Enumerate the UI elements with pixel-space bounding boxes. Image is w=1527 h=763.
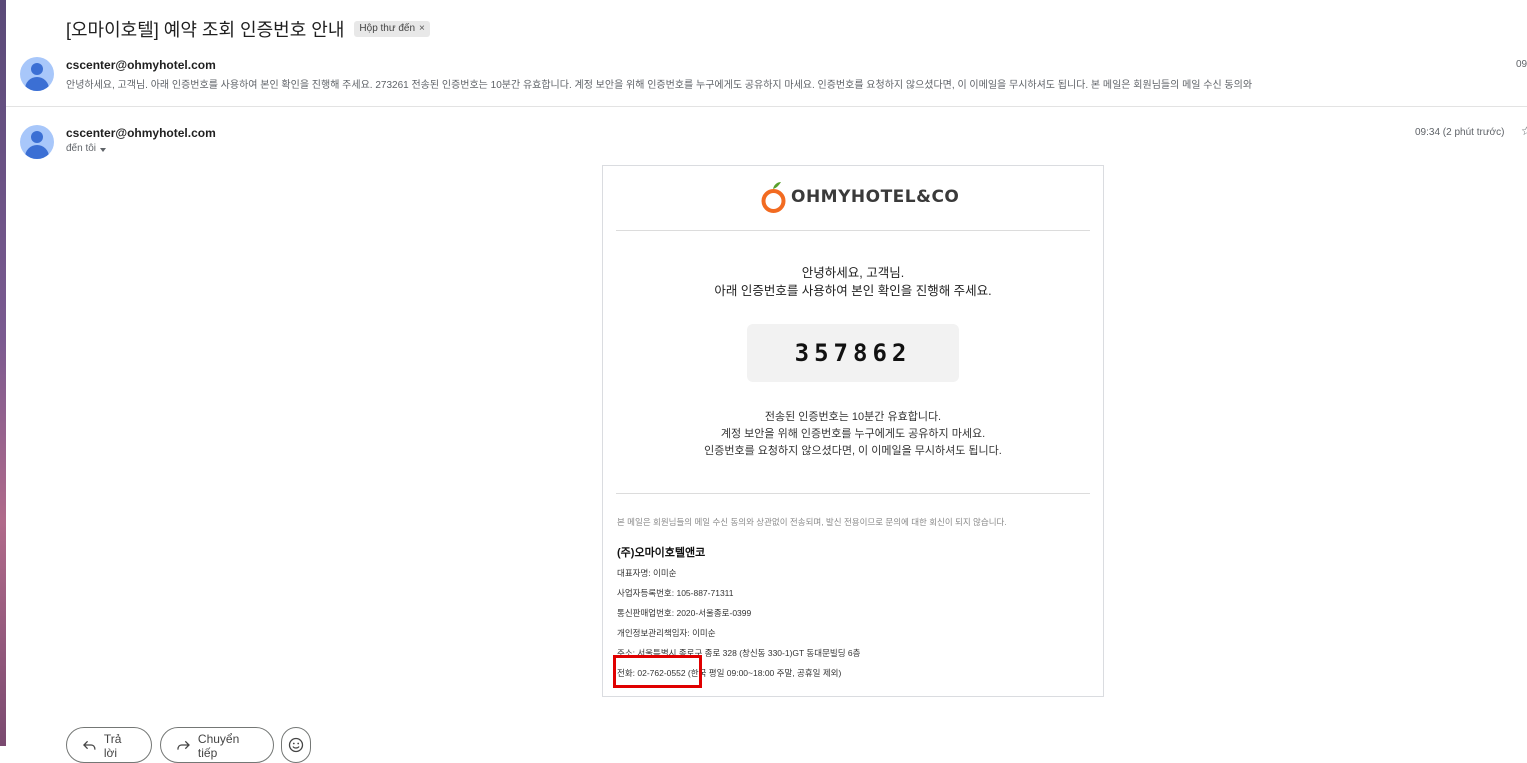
logo-text: OHMYHOTEL&CO (791, 187, 960, 207)
code-info: 전송된 인증번호는 10분간 유효합니다. 계정 보안을 위해 인증번호를 누구… (603, 409, 1103, 460)
body-divider (616, 230, 1090, 231)
info-line: 전송된 인증번호는 10분간 유효합니다. (764, 411, 942, 423)
info-line: 계정 보안을 위해 인증번호를 누구에게도 공유하지 마세요. (720, 428, 986, 440)
collapsed-message-snippet[interactable]: 안녕하세요, 고객님. 아래 인증번호를 사용하여 본인 확인을 진행해 주세요… (66, 76, 1466, 91)
greeting-line: 아래 인증번호를 사용하여 본인 확인을 진행해 주세요. (714, 284, 992, 298)
chevron-down-icon[interactable] (100, 148, 107, 152)
message-divider (6, 106, 1527, 107)
emoji-reaction-button[interactable] (281, 727, 311, 763)
greeting: 안녕하세요, 고객님. 아래 인증번호를 사용하여 본인 확인을 진행해 주세요… (603, 264, 1103, 300)
open-sender-email[interactable]: cscenter@ohmyhotel.com (66, 126, 216, 140)
greeting-line: 안녕하세요, 고객님. (801, 266, 905, 280)
info-line: 인증번호를 요청하지 않으셨다면, 이 이메일을 무시하셔도 됩니다. (704, 445, 1002, 457)
inbox-label-text: Hộp thư đến (359, 23, 416, 34)
recipient-text: đến tôi (66, 143, 97, 154)
ohmyhotel-logo: OHMYHOTEL&CO (761, 180, 959, 214)
email-subject: [오마이호텔] 예약 조회 인증번호 안내 Hộp thư đến × (66, 16, 430, 42)
email-body-card: OHMYHOTEL&CO 안녕하세요, 고객님. 아래 인증번호를 사용하여 본… (602, 165, 1104, 697)
business-number: 사업자등록번호: 105-887-71311 (617, 588, 734, 598)
window-left-edge (0, 0, 6, 746)
sender-avatar[interactable] (20, 57, 54, 91)
verification-code[interactable]: 357862 (795, 339, 912, 367)
send-only-notice: 본 메일은 회원님들의 메일 수신 동의와 상관없이 전송되며, 발신 전용이므… (617, 517, 1007, 527)
collapsed-message-time: 09 (1516, 59, 1527, 70)
message-time: 09:34 (2 phút trước) (1415, 127, 1505, 138)
ecommerce-number: 통신판매업번호: 2020-서울종로-0399 (617, 608, 752, 618)
smiley-icon (288, 737, 304, 753)
verification-code-box: 357862 (747, 324, 959, 382)
orange-logo-icon (761, 182, 786, 213)
privacy-officer: 개인정보관리책임자: 이미순 (617, 628, 716, 638)
sender-avatar[interactable] (20, 125, 54, 159)
reply-button[interactable]: Trả lời (66, 727, 152, 763)
subject-title: [오마이호텔] 예약 조회 인증번호 안내 (66, 20, 345, 40)
inbox-label-chip[interactable]: Hộp thư đến × (354, 21, 430, 37)
star-icon[interactable]: ☆ (1521, 124, 1527, 138)
company-name: (주)오마이호텔앤코 (617, 547, 706, 559)
collapsed-sender-email[interactable]: cscenter@ohmyhotel.com (66, 58, 216, 72)
recipient-details[interactable]: đến tôi (66, 143, 107, 154)
reply-icon (83, 740, 96, 750)
red-highlight-box (613, 655, 702, 688)
company-ceo: 대표자명: 이미순 (617, 568, 677, 578)
remove-label-icon[interactable]: × (419, 23, 425, 35)
forward-button[interactable]: Chuyển tiếp (160, 727, 274, 763)
footer-divider (616, 493, 1090, 494)
forward-icon (177, 740, 190, 750)
